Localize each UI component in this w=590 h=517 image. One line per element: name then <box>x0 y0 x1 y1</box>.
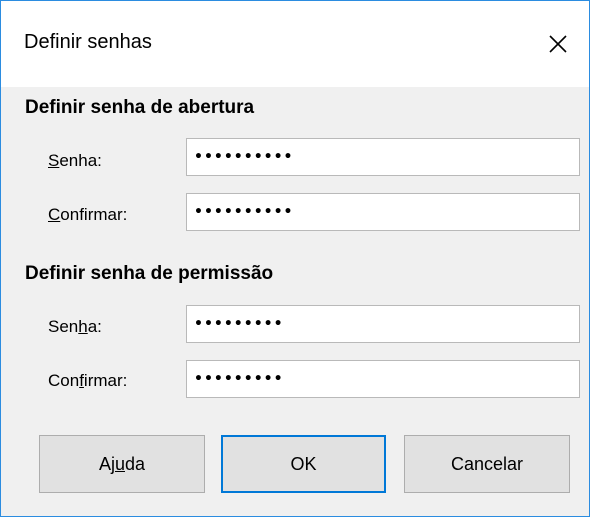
help-label-post: da <box>125 453 146 474</box>
open-password-label-accel: S <box>48 151 60 170</box>
close-button[interactable] <box>527 1 589 87</box>
permission-password-label: Senha: <box>48 317 102 337</box>
open-password-heading: Definir senha de abertura <box>25 97 255 118</box>
password-dialog: Definir senhas Definir senha de abertura… <box>0 0 590 517</box>
permission-password-heading: Definir senha de permissão <box>25 263 274 284</box>
permission-confirm-label-pre: Con <box>48 371 80 390</box>
ok-button[interactable]: OK <box>221 435 386 493</box>
open-confirm-label-post: onfirmar: <box>60 205 128 224</box>
permission-password-input[interactable]: ••••••••• <box>186 305 580 343</box>
help-label-pre: Aj <box>98 453 115 474</box>
permission-confirm-input[interactable]: ••••••••• <box>186 360 580 398</box>
open-password-label: Senha: <box>48 151 102 171</box>
permission-password-label-post: a: <box>87 317 102 336</box>
permission-password-label-accel: h <box>78 317 88 336</box>
help-button[interactable]: Aj u da <box>39 435 205 493</box>
open-confirm-label: Confirmar: <box>48 205 127 225</box>
title-bar: Definir senhas <box>1 1 589 87</box>
open-password-input[interactable]: •••••••••• <box>186 138 580 176</box>
open-password-label-post: enha: <box>59 151 102 170</box>
permission-confirm-label: Confirmar: <box>48 371 127 391</box>
cancel-button[interactable]: Cancelar <box>404 435 570 493</box>
dialog-title: Definir senhas <box>24 31 152 53</box>
close-icon <box>549 35 567 53</box>
permission-password-label-pre: Sen <box>48 317 79 336</box>
open-confirm-input[interactable]: •••••••••• <box>186 193 580 231</box>
open-confirm-label-accel: C <box>48 205 61 224</box>
help-label-accel: u <box>114 453 125 474</box>
permission-confirm-label-post: irmar: <box>83 371 128 390</box>
